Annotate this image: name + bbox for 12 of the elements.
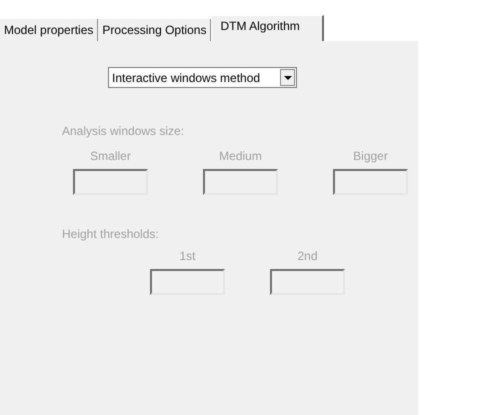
field-label: Bigger — [353, 149, 388, 163]
field-label: 1st — [179, 249, 196, 263]
tab[interactable]: Model properties — [0, 19, 98, 41]
tab[interactable]: DTM Algorithm — [211, 15, 324, 41]
dropdown-arrow-icon — [284, 76, 292, 80]
tab[interactable]: Processing Options — [98, 19, 212, 41]
group-label: Analysis windows size: — [62, 124, 186, 138]
field-label: 2nd — [297, 249, 318, 263]
field-label: Medium — [219, 149, 262, 163]
group-label: Height thresholds: — [62, 227, 160, 241]
field-label: Smaller — [90, 149, 131, 163]
method-dropdown[interactable]: Interactive windows method — [108, 67, 297, 88]
